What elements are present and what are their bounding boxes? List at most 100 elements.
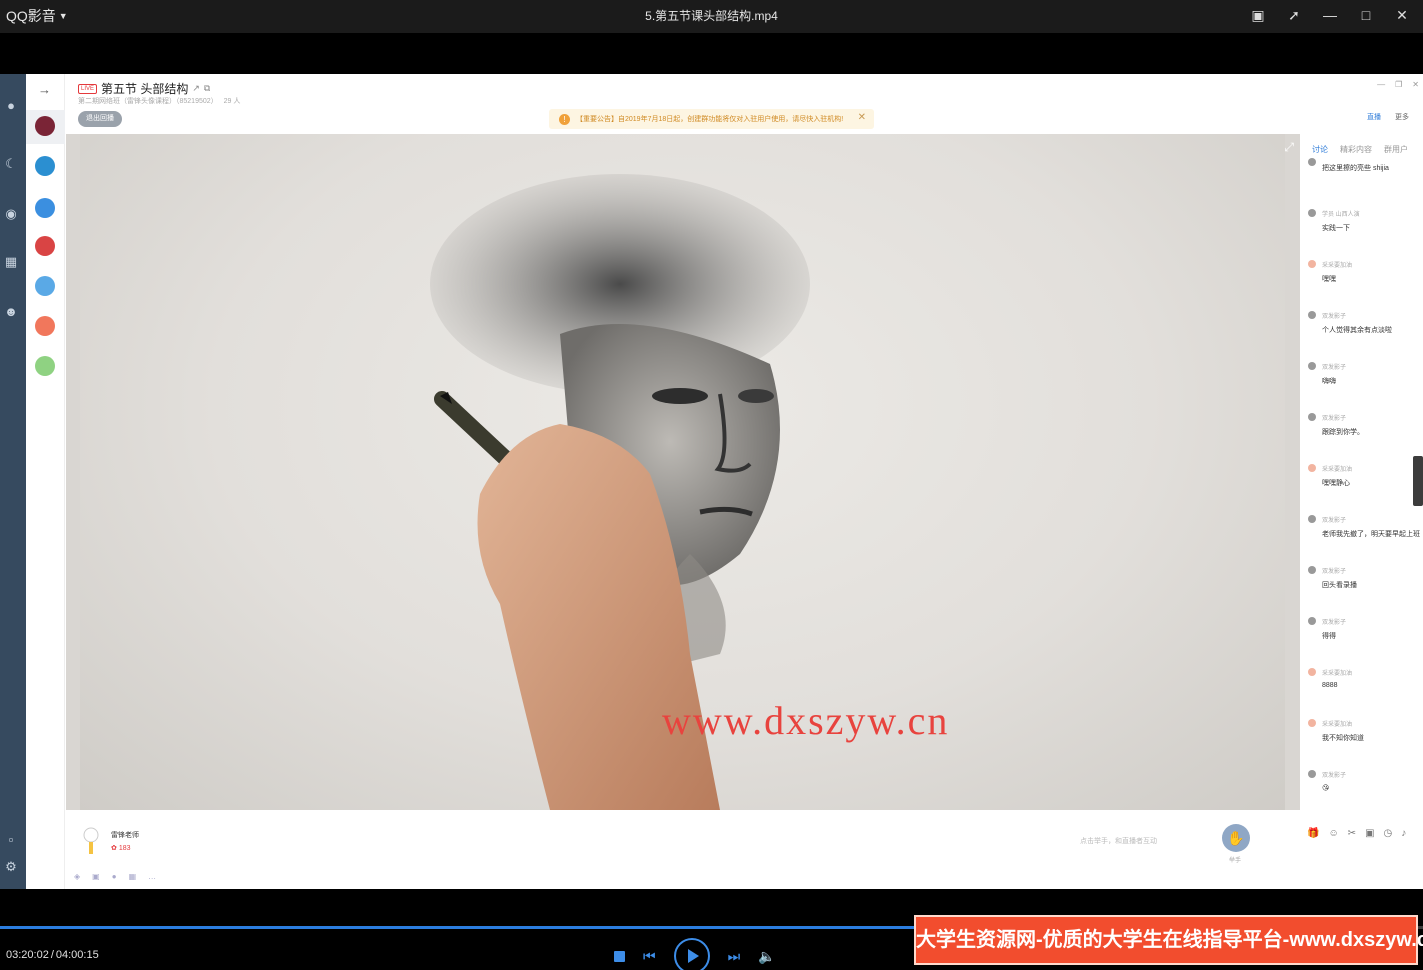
more-icon[interactable]: … [148, 872, 156, 881]
lesson-title: 第五节 头部结构 [101, 82, 189, 96]
bell-icon[interactable]: ♪ [1401, 828, 1406, 839]
previous-button[interactable]: ⏮ [643, 948, 656, 965]
gift-icon[interactable]: 🎁 [1307, 828, 1319, 839]
chat-avatar[interactable] [1308, 158, 1316, 166]
chat-message[interactable]: 双发影子 回头看录播 [1308, 566, 1420, 590]
chat-message[interactable]: 采采要加油 8888 [1308, 668, 1420, 689]
chat-message[interactable]: 采采要加油 嘿嘿静心 [1308, 464, 1420, 488]
chat-message[interactable]: 双发影子 嗨嗨 [1308, 362, 1420, 386]
message-icon[interactable]: ▫ [2, 832, 20, 850]
chat-avatar[interactable] [1308, 209, 1316, 217]
contacts-icon[interactable]: ☻ [2, 304, 20, 322]
group-avatar-6[interactable] [35, 316, 55, 336]
group-avatar-5[interactable] [35, 276, 55, 296]
viewer-count: 29 人 [223, 98, 241, 105]
chat-avatar[interactable] [1308, 362, 1316, 370]
camera-icon[interactable]: ▣ [92, 872, 100, 881]
chat-avatar[interactable] [1308, 770, 1316, 778]
pin-icon[interactable]: ➚ [1283, 4, 1305, 26]
window-controls: ▣ ➚ — □ ✕ [1247, 4, 1413, 26]
chat-avatar[interactable] [1308, 719, 1316, 727]
chat-avatar[interactable] [1308, 566, 1316, 574]
chat-avatar[interactable] [1308, 464, 1316, 472]
chat-message[interactable]: 双发影子 得得 [1308, 617, 1420, 641]
inner-minimize-button[interactable]: — [1377, 80, 1385, 89]
live-badge: LIVE [78, 83, 98, 94]
microphone-icon[interactable]: ● [112, 872, 117, 881]
chat-avatar[interactable] [1308, 260, 1316, 268]
clock-icon[interactable]: ◷ [1384, 828, 1393, 839]
group-avatar-2[interactable] [35, 156, 55, 176]
next-button[interactable]: ⏭ [728, 948, 741, 965]
raise-hand-button[interactable]: ✋ [1222, 824, 1250, 852]
link-live[interactable]: 直播 [1367, 112, 1381, 122]
chat-message-text: 😘 [1322, 785, 1330, 792]
side-drawer-handle[interactable] [1413, 456, 1423, 506]
tab-members[interactable]: 群用户 [1384, 144, 1408, 155]
title-bar: QQ影音 ▼ 5.第五节课头部结构.mp4 ▣ ➚ — □ ✕ [0, 0, 1423, 33]
chat-message[interactable]: 学员 山西人演 实践一下 [1308, 209, 1420, 233]
settings-icon[interactable]: ⚙ [2, 859, 20, 877]
inner-window-controls: — ❐ ✕ [1377, 80, 1419, 89]
chat-message-text: 个人觉得其余有点淡啦 [1322, 327, 1392, 334]
emoji-icon[interactable]: ☺ [1328, 828, 1338, 839]
volume-icon[interactable]: 🔈 [758, 948, 775, 965]
inner-close-button[interactable]: ✕ [1412, 80, 1419, 89]
chat-message-text: 回头看录播 [1322, 582, 1357, 589]
chat-message-text: 把这里擦的亮些 shijia [1322, 165, 1389, 172]
chat-avatar[interactable] [1308, 413, 1316, 421]
chat-message[interactable]: 双发影子个人觉得其余有点淡啦 [1308, 311, 1420, 335]
chat-sender-name: 双发影子 [1322, 365, 1347, 371]
chat-avatar[interactable] [1308, 515, 1316, 523]
wifi-icon[interactable]: ◈ [74, 872, 80, 881]
copy-icon[interactable]: ⧉ [204, 83, 210, 94]
group-avatar-live[interactable] [35, 116, 55, 136]
video-area[interactable]: www.dxszyw.cn ⤢ [66, 134, 1300, 810]
tab-highlights[interactable]: 精彩内容 [1340, 144, 1372, 155]
group-avatar-7[interactable] [35, 356, 55, 376]
image-icon[interactable]: ▣ [1365, 828, 1374, 839]
window-title: 5.第五节课头部结构.mp4 [645, 9, 778, 23]
chat-message[interactable]: 双发影子 😘 [1308, 770, 1420, 792]
chat-sender-name: 采采要加油 [1322, 467, 1353, 473]
tab-discussion[interactable]: 讨论 [1312, 144, 1328, 155]
inner-restore-button[interactable]: ❐ [1395, 80, 1402, 89]
chat-sender-name: 双发影子 [1322, 314, 1347, 320]
exit-replay-button[interactable]: 退出回播 [78, 111, 122, 127]
group-avatar-4[interactable] [35, 236, 55, 256]
layout-icon[interactable]: ▦ [129, 872, 137, 881]
chat-sender-name: 采采要加油 [1322, 671, 1353, 677]
calendar-icon[interactable]: ▦ [2, 254, 20, 272]
chat-message[interactable]: 采采要加油 我不知你知道 [1308, 719, 1420, 743]
close-notice-icon[interactable]: ✕ [858, 112, 866, 123]
play-button[interactable] [673, 938, 710, 970]
chat-avatar[interactable] [1308, 668, 1316, 676]
fullscreen-icon[interactable]: ⤢ [1284, 140, 1294, 155]
share-icon[interactable]: ↗ [192, 83, 200, 94]
warning-icon: ! [559, 113, 570, 125]
back-arrow-icon[interactable]: → [38, 82, 51, 97]
stop-button[interactable] [614, 950, 625, 962]
chat-message[interactable]: 双发影子 跟踪到你学。 [1308, 413, 1420, 437]
maximize-button[interactable]: □ [1355, 4, 1377, 26]
avatar-icon[interactable]: ● [2, 98, 20, 116]
minimize-button[interactable]: — [1319, 4, 1341, 26]
handup-hint: 点击举手，和直播者互动 [1080, 838, 1157, 845]
stop-icon [614, 950, 625, 962]
chat-avatar[interactable] [1308, 617, 1316, 625]
picture-in-picture-icon[interactable]: ▣ [1247, 4, 1269, 26]
close-button[interactable]: ✕ [1391, 4, 1413, 26]
chat-message[interactable]: 双发影子 老师我先撤了，明天要早起上班 [1308, 515, 1420, 539]
chat-message[interactable]: 把这里擦的亮些 shijia [1308, 158, 1420, 173]
chat-message[interactable]: 采采要加油 嘿嘿 [1308, 260, 1420, 284]
group-avatar-3[interactable] [35, 198, 55, 218]
teacher-name: 雷锋老师 [111, 832, 139, 839]
chat-sender-name: 双发影子 [1322, 620, 1347, 626]
chat-bubble-icon[interactable]: ◉ [2, 206, 20, 224]
link-more[interactable]: 更多 [1395, 112, 1409, 122]
teacher-avatar[interactable] [80, 826, 102, 856]
classroom-title: LIVE 第五节 头部结构 ↗ ⧉ [78, 80, 210, 97]
planet-icon[interactable]: ☾ [2, 156, 20, 174]
chat-avatar[interactable] [1308, 311, 1316, 319]
scissors-icon[interactable]: ✂ [1348, 828, 1356, 839]
